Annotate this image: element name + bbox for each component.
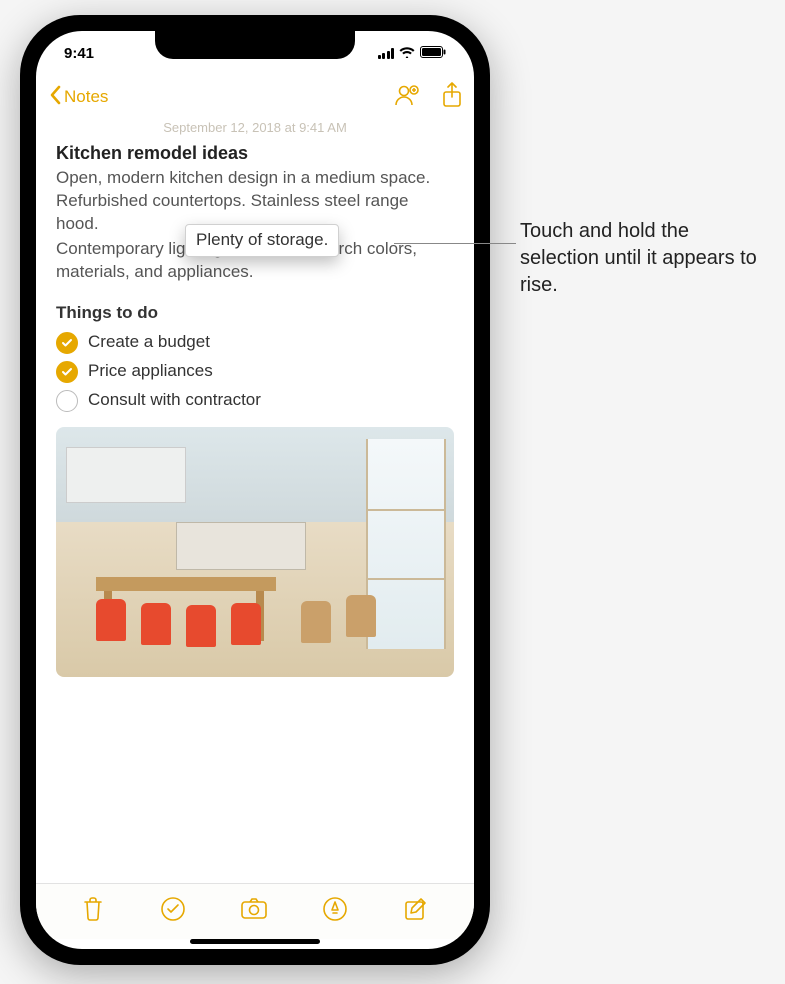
callout-text: Touch and hold the selection until it ap…	[520, 218, 765, 299]
checklist-item[interactable]: Create a budget	[56, 328, 454, 357]
checkmark-circle-icon[interactable]	[56, 361, 78, 383]
camera-button[interactable]	[240, 898, 268, 925]
floating-text-selection[interactable]: Plenty of storage.	[185, 224, 339, 257]
note-date: September 12, 2018 at 9:41 AM	[56, 119, 454, 137]
note-title: Kitchen remodel ideas	[56, 141, 454, 165]
trash-button[interactable]	[81, 896, 105, 927]
back-label: Notes	[64, 87, 108, 107]
markup-button[interactable]	[322, 896, 348, 927]
notch	[155, 31, 355, 59]
floating-text: Plenty of storage.	[196, 230, 328, 249]
share-button[interactable]	[442, 82, 462, 113]
note-body-before: Open, modern kitchen design in a medium …	[56, 168, 430, 233]
status-icons	[378, 45, 447, 62]
home-indicator[interactable]	[190, 939, 320, 944]
phone-frame: 9:41 Notes	[20, 15, 490, 965]
wifi-icon	[399, 45, 415, 62]
status-time: 9:41	[64, 45, 94, 62]
back-button[interactable]: Notes	[48, 85, 108, 110]
compose-button[interactable]	[403, 896, 429, 927]
callout-leader-line	[394, 243, 516, 244]
checklist-item[interactable]: Price appliances	[56, 357, 454, 386]
nav-bar: Notes	[36, 75, 474, 119]
cellular-signal-icon	[378, 48, 395, 59]
checklist-item-label: Create a budget	[88, 331, 210, 354]
battery-icon	[420, 45, 446, 62]
checklist-item[interactable]: Consult with contractor	[56, 386, 454, 415]
checklist-button[interactable]	[160, 896, 186, 927]
checkmark-circle-icon[interactable]	[56, 332, 78, 354]
note-attached-image[interactable]	[56, 427, 454, 677]
phone-screen: 9:41 Notes	[36, 31, 474, 949]
collaborate-button[interactable]	[394, 83, 420, 112]
note-content[interactable]: September 12, 2018 at 9:41 AM Kitchen re…	[36, 119, 474, 677]
chevron-left-icon	[48, 85, 62, 110]
bottom-toolbar	[36, 883, 474, 939]
checklist-item-label: Price appliances	[88, 360, 213, 383]
checklist: Create a budget Price appliances Consult…	[56, 328, 454, 415]
checklist-title: Things to do	[56, 302, 454, 325]
checklist-item-label: Consult with contractor	[88, 389, 261, 412]
empty-circle-icon[interactable]	[56, 390, 78, 412]
